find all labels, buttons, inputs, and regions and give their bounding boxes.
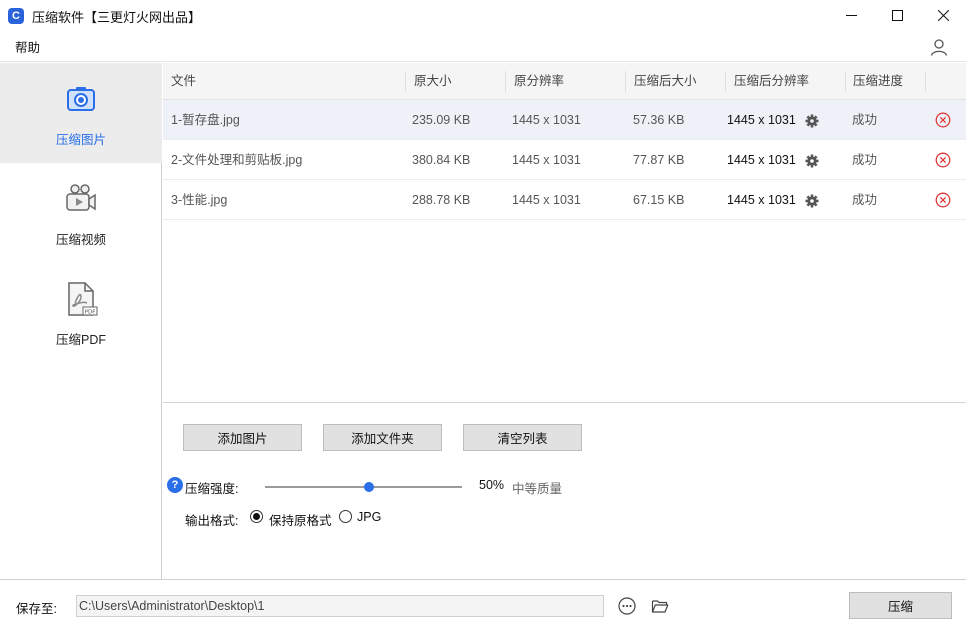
column-header-file[interactable]: 文件 xyxy=(163,63,196,100)
window-title: 压缩软件【三更灯火网出品】 xyxy=(32,9,202,25)
gear-icon[interactable] xyxy=(805,154,819,168)
controls-panel: 添加图片 添加文件夹 清空列表 ? 压缩强度: 50% 中等质量 输出格式: 保… xyxy=(163,404,966,579)
delete-row-icon[interactable] xyxy=(935,152,951,168)
column-header-new-size[interactable]: 压缩后大小 xyxy=(626,63,697,100)
close-icon xyxy=(937,9,949,21)
gear-icon[interactable] xyxy=(805,194,819,208)
file-name: 1-暂存盘.jpg xyxy=(171,113,240,127)
column-header-new-res[interactable]: 压缩后分辨率 xyxy=(726,63,809,100)
maximize-button[interactable] xyxy=(874,0,920,30)
progress-status: 成功 xyxy=(852,153,878,167)
original-resolution: 1445 x 1031 xyxy=(512,153,581,167)
app-logo-icon: C xyxy=(8,8,24,24)
video-camera-icon xyxy=(66,183,96,211)
original-size: 288.78 KB xyxy=(412,193,471,207)
column-header-orig-res[interactable]: 原分辨率 xyxy=(506,63,564,100)
progress-status: 成功 xyxy=(852,193,878,207)
format-keep-original-label[interactable]: 保持原格式 xyxy=(269,510,332,529)
column-header-orig-size[interactable]: 原大小 xyxy=(406,63,452,100)
compressed-resolution-cell: 1445 x 1031 xyxy=(719,180,819,220)
open-folder-icon[interactable] xyxy=(651,597,669,615)
delete-row-icon[interactable] xyxy=(935,112,951,128)
maximize-icon xyxy=(891,9,903,21)
bottom-bar: 保存至: 压缩 xyxy=(0,579,966,632)
column-header-progress[interactable]: 压缩进度 xyxy=(845,63,903,100)
menu-help[interactable]: 帮助 xyxy=(15,37,40,56)
window-controls xyxy=(828,0,966,30)
sidebar-item-label: 压缩图片 xyxy=(55,132,106,147)
original-resolution: 1445 x 1031 xyxy=(512,193,581,207)
add-folder-button[interactable]: 添加文件夹 xyxy=(323,424,442,451)
help-icon[interactable]: ? xyxy=(167,477,183,493)
gear-icon[interactable] xyxy=(805,114,819,128)
table-row[interactable]: 1-暂存盘.jpg 235.09 KB 1445 x 1031 57.36 KB… xyxy=(163,100,966,140)
sidebar-item-compress-pdf[interactable]: PDF 压缩PDF xyxy=(0,263,162,363)
pdf-file-icon: PDF xyxy=(68,281,98,316)
add-image-button[interactable]: 添加图片 xyxy=(183,424,302,451)
sidebar-item-compress-image[interactable]: 压缩图片 xyxy=(0,63,162,163)
file-name: 2-文件处理和剪贴板.jpg xyxy=(171,153,303,167)
compressed-resolution: 1445 x 1031 xyxy=(727,153,796,167)
save-to-label: 保存至: xyxy=(16,602,57,616)
format-jpg-radio[interactable] xyxy=(339,510,352,523)
original-size: 380.84 KB xyxy=(412,153,471,167)
title-bar: C 压缩软件【三更灯火网出品】 xyxy=(0,0,966,32)
file-table: 文件 原大小 原分辨率 压缩后大小 压缩后分辨率 压缩进度 1-暂存盘.jpg … xyxy=(163,63,966,403)
format-jpg-label[interactable]: JPG xyxy=(357,510,381,524)
file-name: 3-性能.jpg xyxy=(171,193,228,207)
compressed-resolution-cell: 1445 x 1031 xyxy=(719,100,819,140)
user-icon[interactable] xyxy=(930,38,948,56)
compressed-resolution-cell: 1445 x 1031 xyxy=(719,140,819,180)
camera-icon xyxy=(67,86,95,111)
original-resolution: 1445 x 1031 xyxy=(512,113,581,127)
compressed-resolution: 1445 x 1031 xyxy=(727,193,796,207)
slider-thumb[interactable] xyxy=(363,482,374,492)
save-path-field[interactable] xyxy=(76,595,604,617)
sidebar-item-compress-video[interactable]: 压缩视频 xyxy=(0,163,162,263)
quality-label: 中等质量 xyxy=(512,482,563,496)
more-options-icon[interactable] xyxy=(618,597,636,615)
sidebar: 压缩图片 压缩视频 PDF 压缩PDF xyxy=(0,63,162,579)
table-row[interactable]: 2-文件处理和剪贴板.jpg 380.84 KB 1445 x 1031 77.… xyxy=(163,140,966,180)
compressed-resolution: 1445 x 1031 xyxy=(727,113,796,127)
output-format-label: 输出格式: xyxy=(185,514,239,528)
delete-row-icon[interactable] xyxy=(935,192,951,208)
compression-strength-value: 50% xyxy=(479,478,505,492)
compressed-size: 67.15 KB xyxy=(633,193,685,207)
compress-button[interactable]: 压缩 xyxy=(849,592,952,619)
table-header: 文件 原大小 原分辨率 压缩后大小 压缩后分辨率 压缩进度 xyxy=(163,63,966,100)
compression-strength-label: 压缩强度: xyxy=(185,482,239,496)
clear-list-button[interactable]: 清空列表 xyxy=(463,424,582,451)
original-size: 235.09 KB xyxy=(412,113,471,127)
sidebar-item-label: 压缩视频 xyxy=(55,232,106,247)
svg-text:PDF: PDF xyxy=(85,309,96,315)
sidebar-item-label: 压缩PDF xyxy=(55,332,106,347)
menu-bar: 帮助 xyxy=(0,32,966,62)
format-keep-original-radio[interactable] xyxy=(250,510,263,523)
minimize-icon xyxy=(845,14,857,16)
progress-status: 成功 xyxy=(852,113,878,127)
compressed-size: 77.87 KB xyxy=(633,153,685,167)
minimize-button[interactable] xyxy=(828,0,874,30)
close-window-button[interactable] xyxy=(920,0,966,30)
table-row[interactable]: 3-性能.jpg 288.78 KB 1445 x 1031 67.15 KB … xyxy=(163,180,966,220)
compressed-size: 57.36 KB xyxy=(633,113,685,127)
